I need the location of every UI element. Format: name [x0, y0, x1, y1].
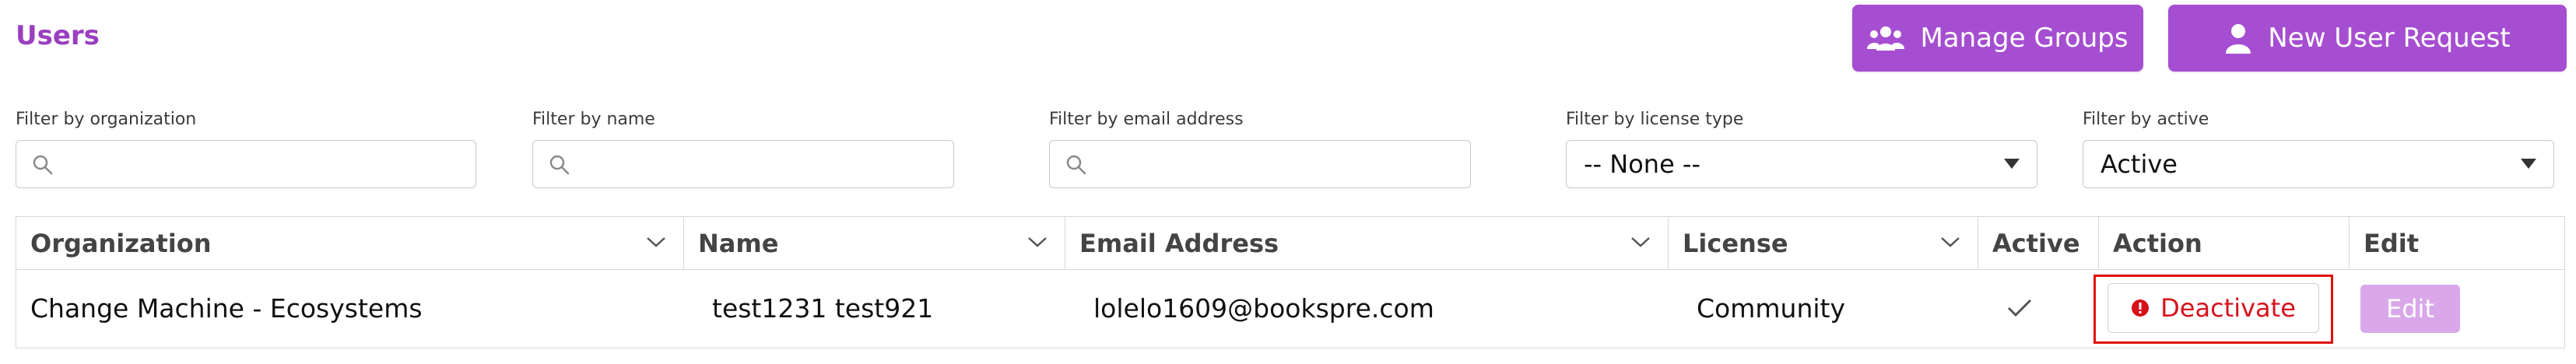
column-header-active: Active	[1978, 217, 2099, 269]
new-user-request-button[interactable]: New User Request	[2168, 5, 2567, 72]
column-header-edit: Edit	[2364, 228, 2420, 258]
column-header-license[interactable]: License	[1669, 217, 1978, 269]
manage-groups-label: Manage Groups	[1920, 23, 2129, 54]
column-header-name[interactable]: Name	[684, 217, 1065, 269]
edit-button[interactable]: Edit	[2360, 285, 2460, 333]
column-header-organization[interactable]: Organization	[16, 217, 684, 269]
chevron-down-icon[interactable]	[646, 236, 666, 248]
check-icon	[2007, 299, 2032, 317]
search-icon	[549, 155, 570, 175]
filter-email-input[interactable]	[1049, 140, 1471, 188]
cell-organization: Change Machine - Ecosystems	[30, 292, 423, 324]
search-icon	[1066, 155, 1086, 175]
dropdown-caret-icon	[2004, 159, 2020, 169]
cell-email: lolelo1609@bookspre.com	[1093, 292, 1434, 324]
filter-active-select[interactable]: Active	[2083, 140, 2554, 188]
dropdown-caret-icon	[2521, 159, 2536, 169]
users-group-icon	[1867, 26, 1905, 51]
filter-license-select[interactable]: -- None --	[1566, 140, 2037, 188]
filter-organization-input[interactable]	[16, 140, 476, 188]
filter-active-label: Filter by active	[2083, 110, 2209, 129]
column-header-action: Action	[2099, 217, 2350, 269]
cell-license: Community	[1697, 292, 1845, 324]
page-title: Users	[16, 20, 100, 51]
alert-circle-icon	[2132, 299, 2150, 317]
filter-license-value: -- None --	[1584, 149, 1701, 179]
table-header: Organization Name Email Address License …	[16, 217, 2564, 270]
filter-organization-label: Filter by organization	[16, 110, 197, 129]
filter-license-label: Filter by license type	[1566, 110, 1744, 129]
deactivate-label: Deactivate	[2160, 293, 2296, 323]
filter-active-value: Active	[2100, 149, 2178, 179]
chevron-down-icon[interactable]	[1940, 236, 1960, 248]
cell-name: test1231 test921	[712, 292, 934, 324]
search-icon	[33, 155, 53, 175]
user-icon	[2226, 24, 2251, 54]
deactivate-button[interactable]: Deactivate	[2107, 283, 2319, 333]
filter-name-input[interactable]	[532, 140, 954, 188]
new-user-request-label: New User Request	[2268, 23, 2511, 54]
filter-name-label: Filter by name	[532, 110, 655, 129]
manage-groups-button[interactable]: Manage Groups	[1852, 5, 2143, 72]
chevron-down-icon[interactable]	[1630, 236, 1651, 248]
column-header-email[interactable]: Email Address	[1065, 217, 1669, 269]
chevron-down-icon[interactable]	[1027, 236, 1048, 248]
filter-email-label: Filter by email address	[1049, 110, 1244, 129]
